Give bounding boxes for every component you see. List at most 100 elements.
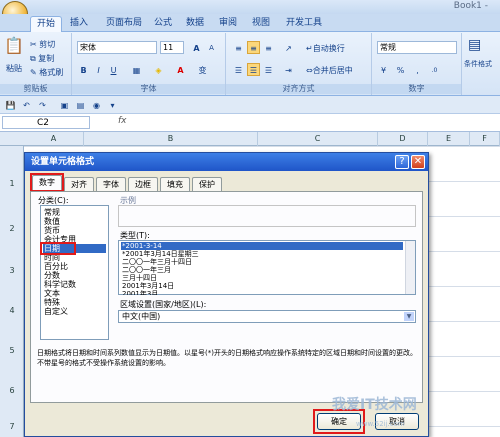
number-format-combo[interactable]: 常规 [377, 41, 457, 54]
paste-icon: 📋 [4, 36, 24, 55]
type-list[interactable]: *2001-3-14 *2001年3月14日星期三 二〇〇一年三月十四日 二〇〇… [118, 240, 416, 295]
cut-button[interactable]: ✂ 剪切 [30, 39, 55, 50]
customize-icon[interactable]: ▾ [106, 98, 119, 111]
paste-button[interactable]: 粘贴 [6, 63, 22, 74]
list-item[interactable]: 二〇〇一年三月 [121, 266, 403, 274]
bold-button[interactable]: B [77, 63, 90, 76]
italic-button[interactable]: I [92, 63, 105, 76]
column-header[interactable]: F [470, 132, 500, 146]
list-item[interactable]: 特殊 [43, 298, 106, 307]
list-item[interactable]: *2001年3月14日星期三 [121, 250, 403, 258]
list-item[interactable]: 百分比 [43, 262, 106, 271]
conditional-format-icon: ▤ [468, 37, 482, 53]
form-icon[interactable]: ▤ [74, 98, 87, 111]
list-item[interactable]: 科学记数 [43, 280, 106, 289]
tab-protection[interactable]: 保护 [192, 177, 222, 191]
number-group: 常规 ¥ % , .0 数字 [372, 33, 462, 95]
list-item[interactable]: 自定义 [43, 307, 106, 316]
tab-font[interactable]: 字体 [96, 177, 126, 191]
tab-review[interactable]: 审阅 [213, 16, 243, 32]
tab-home[interactable]: 开始 [30, 16, 63, 32]
currency-icon[interactable]: ¥ [377, 63, 390, 76]
format-painter-button[interactable]: ✎ 格式刷 [30, 67, 63, 78]
row-header[interactable]: 6 [0, 386, 24, 395]
column-header[interactable]: C [258, 132, 378, 146]
category-list[interactable]: 常规 数值 货币 会计专用 日期 时间 百分比 分数 科学记数 文本 特殊 自定… [40, 205, 109, 340]
align-center-icon[interactable]: ☰ [247, 63, 260, 76]
phonetic-icon[interactable]: 变 [196, 63, 209, 76]
undo-icon[interactable]: ↶ [20, 98, 33, 111]
conditional-format-button[interactable]: 条件格式 [464, 59, 492, 69]
list-item-selected[interactable]: *2001-3-14 [121, 242, 403, 250]
grow-font-button[interactable]: A [190, 41, 203, 54]
print-preview-icon[interactable]: ▣ [58, 98, 71, 111]
tab-border[interactable]: 边框 [128, 177, 158, 191]
orientation-icon[interactable]: ↗ [282, 41, 295, 54]
help-button[interactable]: ? [395, 155, 409, 169]
title-bar: Book1 - [0, 0, 500, 14]
list-item[interactable]: 数值 [43, 217, 106, 226]
row-header[interactable]: 3 [0, 266, 24, 275]
row-header[interactable]: 1 [0, 179, 24, 188]
underline-button[interactable]: U [107, 63, 120, 76]
percent-icon[interactable]: % [394, 63, 407, 76]
tab-alignment[interactable]: 对齐 [64, 177, 94, 191]
list-item[interactable]: 二〇〇一年三月十四日 [121, 258, 403, 266]
tab-view[interactable]: 视图 [246, 16, 276, 32]
insert-function-button[interactable]: fx [118, 116, 132, 129]
tab-fill[interactable]: 填充 [160, 177, 190, 191]
wrap-icon: ↵ [306, 44, 313, 53]
save-icon[interactable]: 💾 [4, 98, 17, 111]
column-header[interactable]: D [378, 132, 428, 146]
copy-button[interactable]: ⧉ 复制 [30, 53, 54, 64]
font-name-combo[interactable]: 宋体 [77, 41, 157, 54]
align-middle-icon[interactable]: ≡ [247, 41, 260, 54]
align-left-icon[interactable]: ☰ [232, 63, 245, 76]
column-header[interactable]: E [428, 132, 470, 146]
row-header[interactable]: 7 [0, 422, 24, 431]
formula-bar: C2 fx [0, 114, 500, 132]
list-item[interactable]: 货币 [43, 226, 106, 235]
increase-decimal-icon[interactable]: .0 [428, 63, 441, 76]
list-item[interactable]: 三月十四日 [121, 274, 403, 282]
list-item[interactable]: 2001年3月14日 [121, 282, 403, 290]
column-headers: A B C D E F [0, 132, 500, 146]
tab-insert[interactable]: 插入 [64, 16, 94, 32]
shrink-font-button[interactable]: A [205, 41, 218, 54]
comma-icon[interactable]: , [411, 63, 424, 76]
copy-icon: ⧉ [30, 54, 36, 63]
tab-data[interactable]: 数据 [180, 16, 210, 32]
column-header[interactable]: A [24, 132, 84, 146]
tab-developer[interactable]: 开发工具 [280, 16, 328, 32]
tab-page-layout[interactable]: 页面布局 [100, 16, 148, 32]
fill-color-icon[interactable]: ◈ [152, 63, 165, 76]
number-group-label: 数字 [372, 84, 461, 94]
name-box[interactable]: C2 [2, 116, 90, 129]
redo-icon[interactable]: ↷ [36, 98, 49, 111]
font-color-icon[interactable]: A [174, 63, 187, 76]
row-header[interactable]: 2 [0, 224, 24, 233]
tab-formulas[interactable]: 公式 [148, 16, 178, 32]
align-top-icon[interactable]: ≡ [232, 41, 245, 54]
list-item[interactable]: 2001年3月 [121, 290, 403, 295]
font-size-combo[interactable]: 11 [160, 41, 184, 54]
wrap-text-button[interactable]: ↵自动换行 [306, 43, 345, 54]
locale-select[interactable]: 中文(中国) ▼ [118, 310, 416, 323]
list-item[interactable]: 常规 [43, 208, 106, 217]
row-header[interactable]: 5 [0, 346, 24, 355]
indent-icon[interactable]: ⇥ [282, 63, 295, 76]
merge-icon: ⇔ [306, 66, 313, 75]
row-header[interactable]: 4 [0, 306, 24, 315]
camera-icon[interactable]: ◉ [90, 98, 103, 111]
app-title: Book1 - [453, 1, 488, 11]
align-bottom-icon[interactable]: ≡ [262, 41, 275, 54]
border-icon[interactable]: ▦ [130, 63, 143, 76]
align-right-icon[interactable]: ☰ [262, 63, 275, 76]
type-list-scrollbar[interactable] [405, 241, 415, 294]
list-item[interactable]: 文本 [43, 289, 106, 298]
merge-center-button[interactable]: ⇔合并后居中 [306, 65, 353, 76]
list-item[interactable]: 分数 [43, 271, 106, 280]
column-header[interactable]: B [84, 132, 258, 146]
highlight-box-tab [30, 173, 64, 192]
close-button[interactable]: ✕ [411, 155, 425, 169]
